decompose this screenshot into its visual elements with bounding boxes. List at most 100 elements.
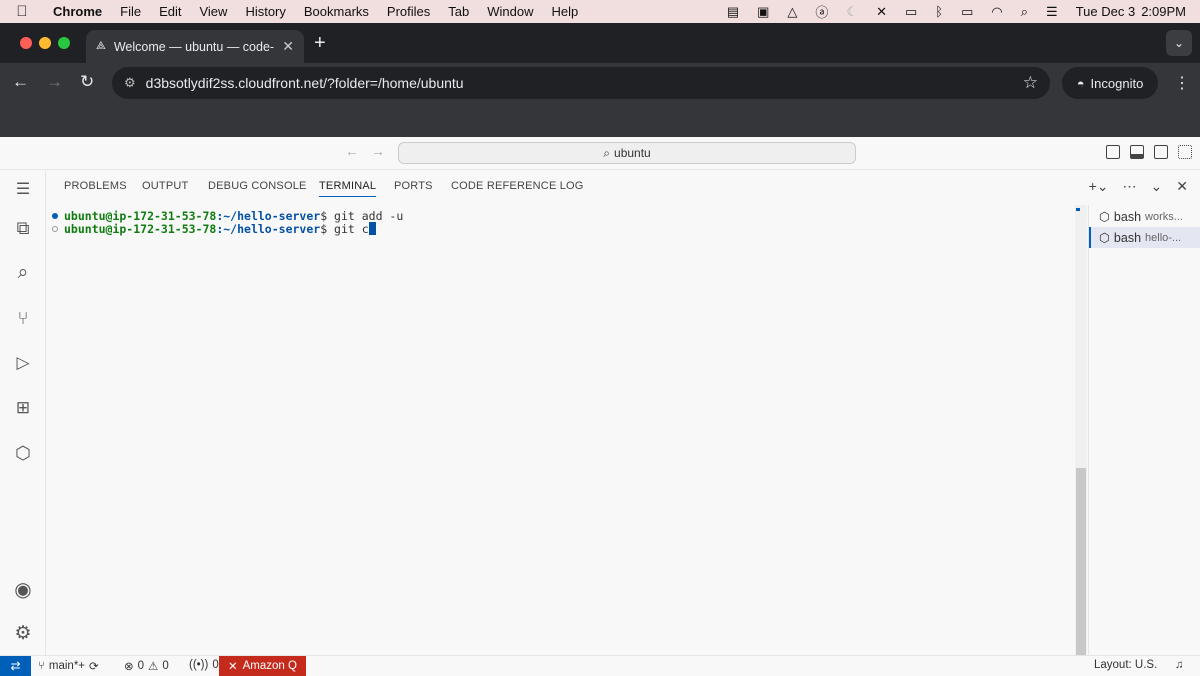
reload-icon[interactable]: ↻ bbox=[80, 72, 94, 92]
toggle-primary-sidebar-icon[interactable] bbox=[1106, 145, 1120, 159]
amazon-q-icon[interactable]: ⬡ bbox=[11, 441, 35, 465]
terminal-line: ubuntu@ip-172-31-53-78:~/hello-server$ g… bbox=[52, 209, 403, 223]
display-icon[interactable]: ▭ bbox=[905, 4, 917, 20]
tab-output[interactable]: OUTPUT bbox=[142, 180, 188, 192]
menu-tab[interactable]: Tab bbox=[439, 4, 478, 19]
close-tab-icon[interactable]: ✕ bbox=[282, 38, 294, 55]
back-icon[interactable]: ← bbox=[12, 72, 29, 92]
toggle-secondary-sidebar-icon[interactable] bbox=[1154, 145, 1168, 159]
broadcast-icon: ((•)) bbox=[189, 659, 209, 671]
menu-profiles[interactable]: Profiles bbox=[378, 4, 439, 19]
toggle-panel-icon[interactable] bbox=[1130, 145, 1144, 159]
sync-icon[interactable]: ⟳ bbox=[89, 659, 99, 673]
manage-gear-icon[interactable]: ⚙ bbox=[11, 621, 35, 645]
battery-icon[interactable]: ▭ bbox=[961, 4, 973, 20]
close-window-button[interactable] bbox=[20, 37, 32, 49]
apple-logo-icon[interactable]:  bbox=[0, 3, 44, 20]
incognito-label: Incognito bbox=[1090, 75, 1144, 91]
tab-search-button[interactable]: ⌄ bbox=[1166, 30, 1192, 56]
command-success-icon[interactable] bbox=[52, 213, 58, 219]
problems-status[interactable]: ⊗ 0 ⚠ 0 bbox=[124, 659, 169, 673]
notifications-bell-icon[interactable]: ♫ bbox=[1175, 659, 1184, 671]
moon-icon[interactable]: ☾ bbox=[846, 4, 858, 20]
menu-icon[interactable]: ☰ bbox=[11, 177, 35, 201]
terminal-scrollbar[interactable] bbox=[1075, 205, 1087, 655]
vscode-favicon-icon: ⟁ bbox=[96, 40, 106, 52]
extensions-icon[interactable]: ⊞ bbox=[11, 396, 35, 420]
address-bar[interactable]: ⚙ d3bsotlydif2ss.cloudfront.net/?folder=… bbox=[112, 67, 1050, 99]
explorer-icon[interactable]: ⧉ bbox=[11, 216, 35, 240]
calendar-icon[interactable]: ▤ bbox=[727, 4, 739, 20]
error-icon: ⊗ bbox=[124, 661, 134, 673]
search-icon[interactable]: ⌕ bbox=[11, 261, 35, 285]
terminal-cursor bbox=[368, 222, 376, 235]
control-center-icon[interactable]: ☰ bbox=[1046, 4, 1058, 20]
menu-app-name[interactable]: Chrome bbox=[44, 4, 111, 19]
customize-layout-icon[interactable] bbox=[1178, 145, 1192, 159]
menu-view[interactable]: View bbox=[190, 4, 236, 19]
wifi-icon[interactable]: ◠ bbox=[991, 4, 1002, 20]
remote-indicator-icon[interactable]: ⇄ bbox=[0, 656, 31, 676]
vscode-window: ← → ⌕ ubuntu ☰ ⧉ ⌕ ⑂ ▷ ⊞ ⬡ ◉ ⚙ PROBLEMS … bbox=[0, 137, 1200, 676]
terminal-tabs-list: ⬡ bash works... ⬡ bash hello-... bbox=[1088, 205, 1200, 655]
new-terminal-icon[interactable]: +⌄ bbox=[1089, 178, 1109, 195]
maximize-panel-icon[interactable]: ⌄ bbox=[1151, 178, 1163, 195]
vscode-title-bar: ← → ⌕ ubuntu bbox=[0, 137, 1200, 170]
accounts-icon[interactable]: ◉ bbox=[11, 577, 35, 601]
status-bar: ⇄ ⑂ main*+ ⟳ ⊗ 0 ⚠ 0 ((•)) 0 ✕ Amazon Q … bbox=[0, 655, 1200, 676]
keyboard-layout[interactable]: Layout: U.S. bbox=[1094, 659, 1157, 671]
mute-icon[interactable]: ✕ bbox=[876, 4, 887, 20]
panel-header: PROBLEMS OUTPUT DEBUG CONSOLE TERMINAL P… bbox=[46, 171, 1200, 203]
menu-file[interactable]: File bbox=[111, 4, 150, 19]
command-pending-icon[interactable] bbox=[52, 226, 58, 232]
panel-actions: +⌄ ⋯ ⌄ ✕ bbox=[1089, 178, 1188, 195]
clock-date[interactable]: Tue Dec 3 bbox=[1076, 4, 1136, 19]
ports-status[interactable]: ((•)) 0 bbox=[189, 659, 219, 671]
run-debug-icon[interactable]: ▷ bbox=[11, 351, 35, 375]
terminal-output[interactable]: ubuntu@ip-172-31-53-78:~/hello-server$ g… bbox=[46, 205, 1076, 655]
tab-code-reference-log[interactable]: CODE REFERENCE LOG bbox=[451, 180, 584, 192]
bluetooth-icon[interactable]: ᛒ bbox=[935, 4, 943, 19]
minimize-window-button[interactable] bbox=[39, 37, 51, 49]
site-settings-icon[interactable]: ⚙ bbox=[124, 75, 136, 91]
command-center[interactable]: ⌕ ubuntu bbox=[398, 142, 856, 164]
more-actions-icon[interactable]: ⋯ bbox=[1123, 178, 1137, 195]
tab-debug-console[interactable]: DEBUG CONSOLE bbox=[208, 180, 307, 192]
command-center-label: ubuntu bbox=[614, 146, 651, 160]
new-tab-button[interactable]: + bbox=[314, 32, 326, 55]
menu-bookmarks[interactable]: Bookmarks bbox=[295, 4, 378, 19]
tab-ports[interactable]: PORTS bbox=[394, 180, 433, 192]
amazon-q-status[interactable]: ✕ Amazon Q bbox=[219, 656, 306, 676]
amazon-icon[interactable]: ⓐ bbox=[815, 2, 828, 21]
go-back-icon[interactable]: ← bbox=[345, 143, 359, 159]
bookmark-star-icon[interactable]: ☆ bbox=[1023, 73, 1038, 93]
close-panel-icon[interactable]: ✕ bbox=[1176, 178, 1188, 195]
document-icon[interactable]: ▣ bbox=[757, 4, 769, 20]
chrome-menu-icon[interactable]: ⋮ bbox=[1174, 73, 1190, 93]
zoom-window-button[interactable] bbox=[58, 37, 70, 49]
menu-window[interactable]: Window bbox=[478, 4, 542, 19]
menu-edit[interactable]: Edit bbox=[150, 4, 190, 19]
go-forward-icon[interactable]: → bbox=[371, 143, 385, 159]
url-text[interactable]: d3bsotlydif2ss.cloudfront.net/?folder=/h… bbox=[146, 75, 1023, 91]
terminal-tab-item[interactable]: ⬡ bash hello-... bbox=[1089, 227, 1200, 248]
terminal-tab-item[interactable]: ⬡ bash works... bbox=[1089, 206, 1200, 227]
tab-problems[interactable]: PROBLEMS bbox=[64, 180, 127, 192]
error-x-icon: ✕ bbox=[228, 661, 238, 673]
terminal-icon: ⬡ bbox=[1099, 231, 1110, 245]
forward-icon[interactable]: → bbox=[46, 72, 63, 92]
terminal-icon: ⬡ bbox=[1099, 210, 1110, 224]
branch-status[interactable]: ⑂ main*+ ⟳ bbox=[38, 659, 99, 673]
incognito-button[interactable]: ◓ Incognito bbox=[1062, 67, 1158, 99]
browser-content-margin bbox=[0, 103, 1200, 137]
source-control-icon[interactable]: ⑂ bbox=[11, 306, 35, 330]
tab-terminal[interactable]: TERMINAL bbox=[319, 180, 377, 197]
menu-history[interactable]: History bbox=[236, 4, 294, 19]
menu-help[interactable]: Help bbox=[543, 4, 588, 19]
spotlight-icon[interactable]: ⌕ bbox=[1021, 4, 1028, 20]
history-navigation: ← → bbox=[345, 143, 385, 159]
triangle-icon[interactable]: △ bbox=[787, 4, 797, 20]
browser-tab[interactable]: ⟁ Welcome — ubuntu — code-s ✕ bbox=[86, 30, 304, 63]
clock-time[interactable]: 2:09PM bbox=[1141, 4, 1186, 19]
scrollbar-thumb[interactable] bbox=[1076, 468, 1086, 655]
